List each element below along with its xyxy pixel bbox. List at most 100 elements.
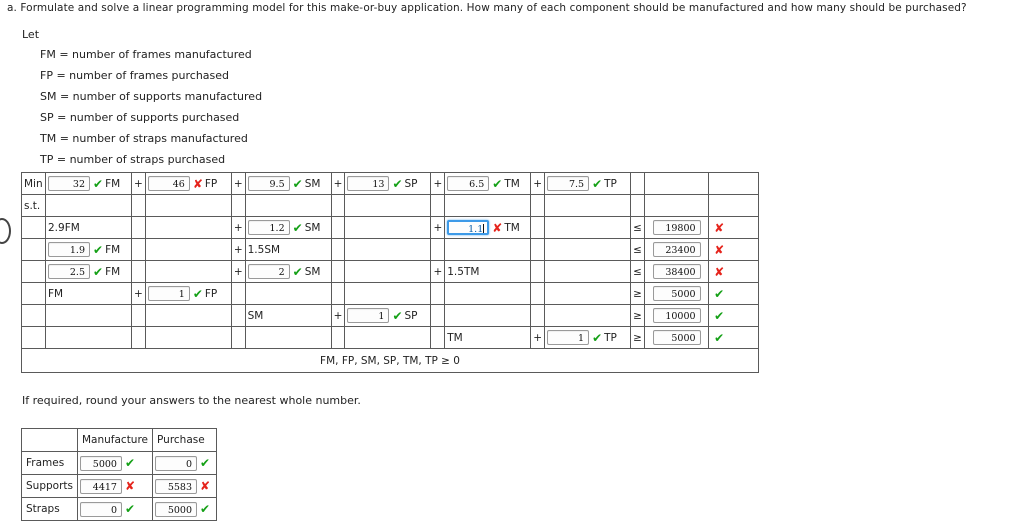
rhs-input-c2[interactable]: 23400 (652, 242, 701, 257)
answer-row-label-supports: Supports (21, 474, 78, 498)
answer-header-purchase: Purchase (152, 428, 218, 452)
c2-gap-4 (530, 238, 546, 261)
table-row: Supports 4417 ✘ 5583 ✘ (21, 474, 218, 498)
answer-row-label-straps: Straps (21, 497, 78, 521)
c1-relation: ≤ (630, 216, 646, 239)
d2-gap-3 (430, 304, 446, 327)
rhs-input-d3[interactable]: 5000 (652, 330, 701, 345)
coef-input-fm[interactable]: 32 (48, 176, 90, 191)
definition-fp: FP = number of frames purchased (40, 69, 230, 82)
status-icon-check: ✔ (592, 330, 603, 345)
d3-status-cell: ✔ (708, 326, 760, 349)
c1-term-sp (344, 216, 432, 239)
coef-input-c2-fm[interactable]: 1.9 (48, 242, 90, 257)
answer-input-straps-manufacture[interactable]: 0 (79, 501, 122, 517)
status-icon-check: ✔ (292, 220, 303, 235)
coef-input-d1-fp[interactable]: 1 (147, 286, 190, 301)
rounding-note: If required, round your answers to the n… (22, 394, 361, 407)
objective-term-tm: 6.5 ✔ TM (444, 172, 532, 195)
coef-input-fp[interactable]: 46 (147, 176, 190, 191)
c1-status-cell: ✘ (708, 216, 760, 239)
c1-rowlabel (21, 216, 46, 239)
st-blank-10 (530, 194, 546, 217)
rhs-input-d1[interactable]: 5000 (652, 286, 701, 301)
st-blank-14 (708, 194, 760, 217)
d2-term-sp: 1 ✔ SP (344, 304, 432, 327)
coef-input-sp[interactable]: 13 (347, 176, 390, 191)
left-edge-artifact (0, 218, 11, 244)
d3-rowlabel (21, 326, 46, 349)
coef-input-d3-tp[interactable]: 1 (547, 330, 590, 345)
objective-term-fp: 46 ✘ FP (144, 172, 232, 195)
d2-rowlabel (21, 304, 46, 327)
coef-input-d2-sp[interactable]: 1 (347, 308, 390, 323)
rhs-input-c3[interactable]: 38400 (652, 264, 701, 279)
objective-term-fm: 32 ✔ FM (45, 172, 132, 195)
c3-op-2: + (230, 260, 246, 283)
d1-gap-4 (530, 282, 546, 305)
status-icon-check: ✔ (200, 456, 211, 470)
d1-term-tp (544, 282, 632, 305)
var-label-tp: TP (604, 177, 617, 190)
c3-status-cell: ✘ (708, 260, 760, 283)
c3-rowlabel (21, 260, 46, 283)
c2-gap-1 (131, 238, 146, 261)
status-icon-check: ✔ (714, 308, 725, 323)
status-icon-check: ✔ (292, 176, 303, 191)
status-icon-check: ✔ (392, 308, 403, 323)
c2-term-tp (544, 238, 632, 261)
rhs-input-d2[interactable]: 10000 (652, 308, 701, 323)
objective-term-tp: 7.5 ✔ TP (544, 172, 632, 195)
c1-op-2: + (230, 216, 246, 239)
d1-term-tm (444, 282, 532, 305)
st-blank-1 (45, 194, 132, 217)
answer-input-frames-purchase[interactable]: 0 (155, 455, 198, 471)
coef-input-c3-sm[interactable]: 2 (247, 264, 290, 279)
d3-term-tm: TM (444, 326, 532, 349)
d2-gap-4 (530, 304, 546, 327)
d3-term-fp (144, 326, 232, 349)
answer-cell-frames-manufacture: 5000 ✔ (76, 451, 154, 475)
c3-gap-1 (131, 260, 146, 283)
question-text: a. Formulate and solve a linear programm… (7, 2, 967, 14)
status-icon-check: ✔ (714, 286, 725, 301)
status-icon-check: ✔ (192, 286, 203, 301)
st-blank-7 (344, 194, 432, 217)
coef-input-tm[interactable]: 6.5 (447, 176, 490, 191)
d3-gap-2 (230, 326, 246, 349)
status-icon-cross: ✘ (714, 242, 725, 257)
c2-term-sm: 1.5SM (244, 238, 332, 261)
answer-input-straps-purchase[interactable]: 5000 (155, 501, 198, 517)
d2-gap-2 (230, 304, 246, 327)
d1-term-sm (244, 282, 332, 305)
d1-term-fm: FM (45, 282, 132, 305)
c2-term-sp (344, 238, 432, 261)
let-label: Let (22, 28, 40, 41)
c2-op-2: + (230, 238, 246, 261)
coef-input-c1-sm[interactable]: 1.2 (247, 220, 290, 235)
nonnegativity-row: FM, FP, SM, SP, TM, TP ≥ 0 (20, 348, 760, 373)
op-plus-3: + (330, 172, 346, 195)
answer-corner-cell (21, 428, 78, 452)
rhs-input-c1[interactable]: 19800 (652, 220, 701, 235)
var-label-sp: SP (404, 177, 418, 190)
c3-term-sp (344, 260, 432, 283)
coef-input-tp[interactable]: 7.5 (547, 176, 590, 191)
c2-rowlabel (21, 238, 46, 261)
answer-input-frames-manufacture[interactable]: 5000 (79, 455, 122, 471)
c2-term-fp (144, 238, 232, 261)
d3-gap-3 (330, 326, 346, 349)
st-blank-2 (131, 194, 146, 217)
constraint-row-3: 2.5 ✔ FM + 2 ✔ SM + 1.5TM ≤ 38400 ✘ (21, 260, 760, 283)
coef-input-c3-fm[interactable]: 2.5 (48, 264, 90, 279)
answer-input-supports-purchase[interactable]: 5583 (155, 478, 198, 494)
definition-sm: SM = number of supports manufactured (40, 90, 263, 103)
st-blank-12 (630, 194, 646, 217)
coef-input-sm[interactable]: 9.5 (247, 176, 290, 191)
demand-row-straps: TM + 1 ✔ TP ≥ 5000 ✔ (21, 326, 760, 349)
coef-input-c1-tm[interactable]: 1.1 (447, 220, 490, 235)
op-plus-1: + (131, 172, 146, 195)
d3-op: + (530, 326, 546, 349)
d2-op: + (330, 304, 346, 327)
answer-input-supports-manufacture[interactable]: 4417 (79, 478, 122, 494)
